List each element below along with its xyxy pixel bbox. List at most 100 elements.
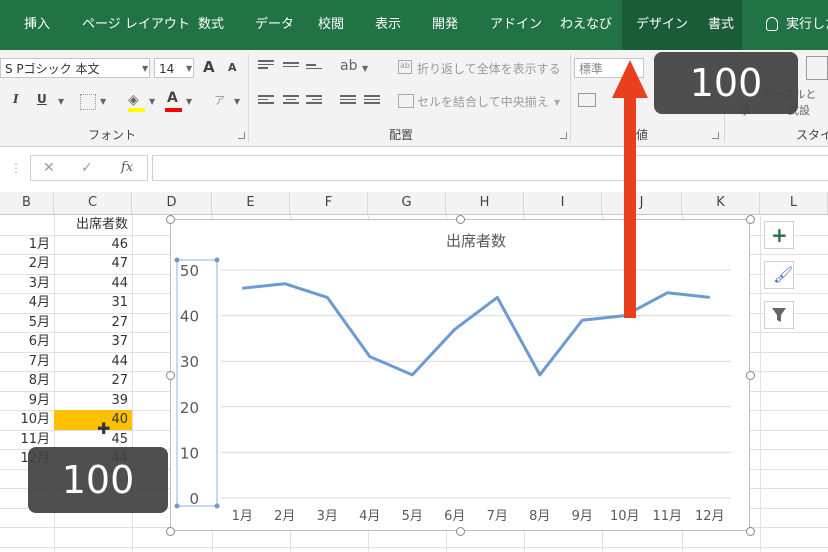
cell-value[interactable]: 39	[54, 391, 131, 410]
chevron-down-icon: ▼	[234, 97, 241, 106]
currency-format-icon[interactable]	[578, 93, 596, 107]
number-dialog-launcher[interactable]	[712, 132, 719, 139]
orientation-icon[interactable]: ab	[340, 58, 357, 74]
chart-filters-button[interactable]	[764, 301, 794, 329]
cell-value[interactable]: 27	[54, 313, 131, 332]
cell-month[interactable]: 4月	[0, 293, 50, 312]
cell-month[interactable]: 7月	[0, 352, 50, 371]
column-header-d[interactable]: D	[132, 192, 212, 214]
tab-developer[interactable]: 開発	[432, 0, 458, 50]
font-name-select[interactable]: S Pゴシック 本文	[0, 58, 150, 78]
chart-resize-handle[interactable]	[456, 215, 465, 224]
fill-color-icon[interactable]: ◈	[128, 92, 139, 108]
cell-month[interactable]: 9月	[0, 391, 50, 410]
enter-icon[interactable]: ✓	[81, 160, 93, 176]
line-chart[interactable]: 出席者数 0 10 20 30 40 50 1月 2月 3月 4月 5月 6月 7月 8月 9月 10月 11月 1…	[170, 219, 750, 531]
grow-font-button[interactable]: A	[203, 58, 215, 76]
y-tick-label: 30	[180, 353, 199, 371]
group-label-styles: スタイ	[796, 128, 828, 142]
x-tick-label: 1月	[232, 509, 253, 524]
cell-month[interactable]: 1月	[0, 235, 50, 254]
cell-month[interactable]: 10月	[0, 410, 50, 429]
lightbulb-icon	[766, 17, 778, 31]
italic-button[interactable]: I	[13, 92, 19, 106]
column-header-g[interactable]: G	[368, 192, 446, 214]
column-header-k[interactable]: K	[682, 192, 760, 214]
cell-month[interactable]: 6月	[0, 332, 50, 351]
merge-icon[interactable]	[398, 94, 414, 108]
align-right-icon[interactable]	[306, 95, 322, 107]
wrap-text-icon[interactable]: ab	[398, 60, 412, 74]
cell-value[interactable]: 47	[54, 254, 131, 273]
column-header-e[interactable]: E	[212, 192, 290, 214]
chart-resize-handle[interactable]	[166, 371, 175, 380]
cell-month[interactable]: 8月	[0, 371, 50, 390]
tab-addins[interactable]: アドイン	[490, 0, 542, 50]
tab-data[interactable]: データ	[255, 0, 294, 50]
wrap-text-button[interactable]: 折り返して全体を表示する	[417, 60, 561, 77]
increase-indent-icon[interactable]	[364, 95, 380, 107]
ribbon-tab-bar: 挿入 ページ レイアウト 数式 データ 校閲 表示 開発 アドイン わえなび デ…	[0, 0, 828, 50]
chart-resize-handle[interactable]	[166, 527, 175, 536]
cell-value[interactable]: 44	[54, 274, 131, 293]
chart-resize-handle[interactable]	[746, 527, 755, 536]
tab-review[interactable]: 校閲	[318, 0, 344, 50]
cell-month[interactable]: 2月	[0, 254, 50, 273]
y-axis-selection	[176, 259, 218, 507]
cell-value[interactable]: 44	[54, 352, 131, 371]
name-box-resize-icon[interactable]: ⋮	[10, 161, 22, 175]
cell-header[interactable]: 出席者数	[54, 215, 131, 234]
align-top-icon[interactable]	[258, 60, 274, 72]
cell-month[interactable]: 3月	[0, 274, 50, 293]
formula-input[interactable]	[152, 155, 828, 181]
group-label-font: フォント	[88, 128, 137, 142]
merge-center-button[interactable]: セルを結合して中央揃え	[417, 93, 549, 110]
cell-month[interactable]: 5月	[0, 313, 50, 332]
chart-resize-handle[interactable]	[166, 215, 175, 224]
cell-value[interactable]: 40	[54, 410, 131, 429]
border-icon[interactable]	[80, 94, 96, 110]
align-center-icon[interactable]	[283, 95, 299, 107]
align-middle-icon[interactable]	[283, 62, 299, 74]
column-header-h[interactable]: H	[446, 192, 524, 214]
column-header-b[interactable]: B	[0, 192, 54, 214]
chevron-down-icon: ▼	[58, 97, 65, 106]
cell-value[interactable]: 46	[54, 235, 131, 254]
tab-waenavi[interactable]: わえなび	[560, 0, 612, 50]
x-tick-label: 5月	[402, 509, 423, 524]
table-icon[interactable]	[806, 56, 828, 80]
tab-format[interactable]: 書式	[708, 0, 734, 50]
underline-button[interactable]: U	[37, 92, 47, 106]
column-header-c[interactable]: C	[54, 192, 132, 214]
tab-formulas[interactable]: 数式	[198, 0, 224, 50]
chart-resize-handle[interactable]	[746, 215, 755, 224]
chart-resize-handle[interactable]	[456, 527, 465, 536]
tab-insert[interactable]: 挿入	[24, 0, 50, 50]
column-header-l[interactable]: L	[760, 192, 828, 214]
tab-design[interactable]: デザイン	[636, 0, 688, 50]
cell-value[interactable]: 27	[54, 371, 131, 390]
align-bottom-icon[interactable]	[306, 64, 322, 76]
tab-page-layout[interactable]: ページ レイアウト	[82, 0, 190, 50]
font-color-icon[interactable]: A	[167, 90, 178, 106]
font-dialog-launcher[interactable]	[238, 132, 245, 139]
cancel-icon[interactable]: ✕	[43, 160, 55, 176]
align-left-icon[interactable]	[258, 95, 274, 107]
cell-value[interactable]: 31	[54, 293, 131, 312]
tell-me-search[interactable]: 実行した	[786, 0, 828, 50]
chart-resize-handle[interactable]	[746, 371, 755, 380]
shrink-font-button[interactable]: A	[228, 61, 237, 74]
alignment-dialog-launcher[interactable]	[560, 132, 567, 139]
column-header-i[interactable]: I	[524, 192, 602, 214]
column-header-f[interactable]: F	[290, 192, 368, 214]
group-label-alignment: 配置	[389, 128, 414, 142]
cell-value[interactable]: 37	[54, 332, 131, 351]
y-tick-label: 50	[180, 262, 199, 280]
chart-styles-button[interactable]: 🖌	[764, 261, 794, 289]
insert-function-icon[interactable]: fx	[121, 160, 133, 175]
decrease-indent-icon[interactable]	[340, 95, 356, 107]
phonetic-icon[interactable]: ア	[214, 92, 225, 108]
chart-elements-button[interactable]: +	[764, 221, 794, 249]
tab-view[interactable]: 表示	[375, 0, 401, 50]
grid-line	[0, 547, 828, 548]
